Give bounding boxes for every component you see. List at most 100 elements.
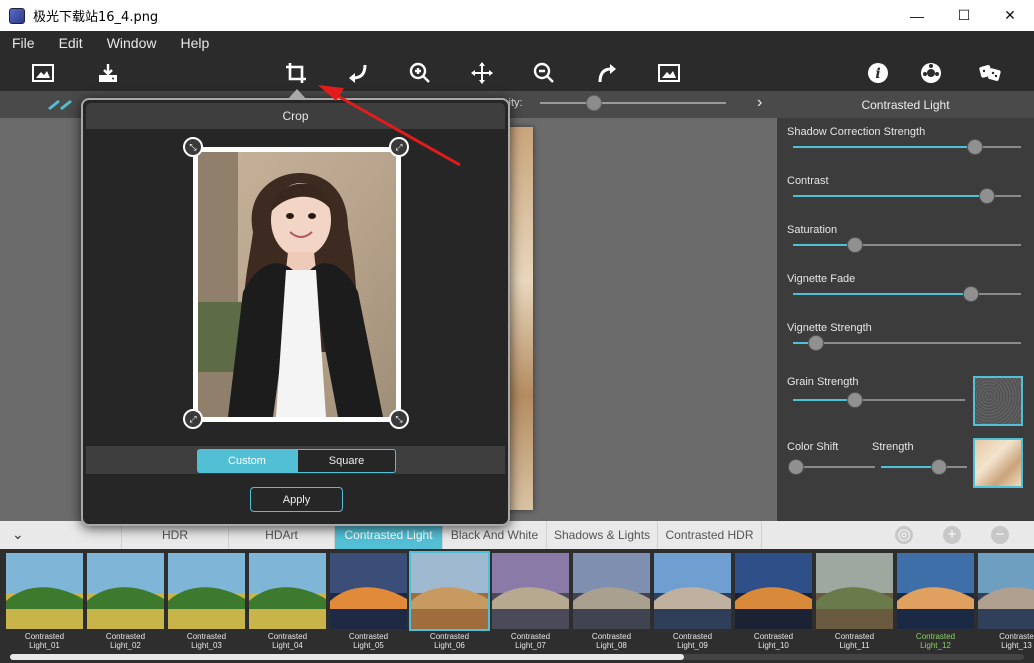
open-image-icon[interactable] [28, 58, 58, 88]
vignette-fade-thumb[interactable] [963, 286, 979, 302]
pan-icon[interactable] [467, 58, 497, 88]
strength-thumb[interactable] [931, 459, 947, 475]
crop-dialog: Crop ⤡ ⤢ ⤢ ⤡ Custom Square Apply [81, 89, 510, 526]
grain-strength-fill [793, 399, 855, 401]
grain-texture-swatch[interactable] [973, 376, 1023, 426]
color-shift-label: Color Shift [787, 441, 839, 453]
app-icon [9, 7, 25, 24]
square-mode-button[interactable]: Square [297, 449, 396, 473]
window-title: 极光下载站16_4.png [33, 10, 159, 25]
slider-label: Contrast [787, 175, 829, 187]
strength-label: Strength [872, 441, 914, 453]
info-icon[interactable]: i [863, 58, 893, 88]
crop-icon[interactable] [281, 58, 311, 88]
add-preset-icon[interactable]: + [943, 526, 961, 544]
slider-label: Vignette Fade [787, 273, 856, 285]
preset-thumbnails: Contrasted Light_01 Contrasted Light_02 Cont… [0, 549, 1034, 663]
saturation-thumb[interactable] [847, 237, 863, 253]
vignette-strength-thumb[interactable] [808, 335, 824, 351]
custom-mode-button[interactable]: Custom [197, 449, 297, 473]
maximize-button[interactable]: ☐ [941, 0, 987, 31]
zoom-out-icon[interactable] [529, 58, 559, 88]
slider-label: Vignette Strength [787, 322, 872, 334]
color-shift-track[interactable] [793, 466, 875, 468]
saturation-fill [793, 244, 855, 246]
preset-thumbnail-label: Contrasted Light_03 [186, 632, 227, 650]
preset-thumbnail[interactable] [249, 553, 326, 629]
random-dice-icon[interactable] [975, 58, 1005, 88]
crop-frame[interactable] [193, 147, 401, 422]
preset-thumbnail-label: Contrasted Light_11 [834, 632, 875, 650]
title-bar: 极光下载站16_4.png — ☐ ✕ [0, 0, 1034, 31]
preset-thumbnail-label: Contrasted Light_06 [429, 632, 470, 650]
slider-label: Grain Strength [787, 376, 859, 388]
zoom-in-icon[interactable] [405, 58, 435, 88]
vignette-strength-track[interactable] [793, 342, 1021, 344]
thumbnail-scrollbar-thumb[interactable] [10, 654, 684, 660]
preset-thumbnail-label: Contrasted Light_09 [672, 632, 713, 650]
opacity-slider-track[interactable] [540, 102, 726, 104]
chevron-down-icon[interactable]: ⌄ [12, 526, 24, 543]
preset-thumbnail[interactable] [330, 553, 407, 629]
apply-button[interactable]: Apply [250, 487, 343, 512]
crop-dialog-title: Crop [86, 103, 505, 129]
grain-strength-thumb[interactable] [847, 392, 863, 408]
preset-thumbnail-label: Contrasted Light_02 [105, 632, 146, 650]
panel-title: Contrasted Light [777, 91, 1034, 118]
toolbar: i [0, 55, 1034, 91]
preset-thumbnail[interactable] [492, 553, 569, 629]
menu-help[interactable]: Help [168, 35, 221, 51]
undo-icon[interactable] [343, 58, 373, 88]
preset-thumbnail-label: Contrasted Light_01 [24, 632, 65, 650]
crop-preview-image [198, 152, 396, 417]
preset-thumbnail-label: Contrasted Light_04 [267, 632, 308, 650]
preset-thumbnail[interactable] [87, 553, 164, 629]
popup-caret [287, 89, 307, 100]
remove-preset-icon[interactable]: − [991, 526, 1009, 544]
crop-handle-top-left[interactable]: ⤡ [183, 137, 203, 157]
menu-file[interactable]: File [0, 35, 47, 51]
preset-thumbnail[interactable] [409, 551, 490, 631]
menu-edit[interactable]: Edit [47, 35, 95, 51]
settings-panel: Contrasted Light Shadow Correction Stren… [777, 91, 1034, 521]
preset-thumbnail[interactable] [654, 553, 731, 629]
fit-image-icon[interactable] [654, 58, 684, 88]
slider-label: Shadow Correction Strength [787, 126, 926, 138]
crop-handle-bottom-right[interactable]: ⤡ [389, 409, 409, 429]
minimize-button[interactable]: — [894, 0, 940, 31]
preset-thumbnail[interactable] [735, 553, 812, 629]
chevron-right-icon[interactable]: › [757, 94, 762, 112]
preset-thumbnail[interactable] [816, 553, 893, 629]
category-tab[interactable]: Contrasted HDR [658, 521, 762, 549]
preset-thumbnail[interactable] [168, 553, 245, 629]
preset-thumbnail-label: Contraste Light_13 [999, 632, 1034, 650]
category-tab[interactable]: Shadows & Lights [547, 521, 658, 549]
color-shift-swatch[interactable] [973, 438, 1023, 488]
share-icon[interactable]: ◎ [895, 526, 913, 544]
magic-wand-icon[interactable] [46, 96, 78, 110]
preset-thumbnail[interactable] [573, 553, 650, 629]
preset-thumbnail[interactable] [6, 553, 83, 629]
close-button[interactable]: ✕ [987, 0, 1033, 31]
opacity-slider-thumb[interactable] [586, 95, 602, 111]
settings-icon[interactable] [916, 58, 946, 88]
save-icon[interactable] [93, 58, 123, 88]
crop-handle-bottom-left[interactable]: ⤢ [183, 409, 203, 429]
preset-thumbnail-label: Contrasted Light_10 [753, 632, 794, 650]
contrast-fill [793, 195, 987, 197]
contrast-thumb[interactable] [979, 188, 995, 204]
menu-window[interactable]: Window [95, 35, 169, 51]
shadow-correction-thumb[interactable] [967, 139, 983, 155]
preset-thumbnail-label: Contrasted Light_08 [591, 632, 632, 650]
shadow-correction-fill [793, 146, 975, 148]
preset-thumbnail[interactable] [897, 553, 974, 629]
redo-icon[interactable] [592, 58, 622, 88]
menu-bar: File Edit Window Help [0, 31, 1034, 55]
crop-handle-top-right[interactable]: ⤢ [389, 137, 409, 157]
vignette-fade-fill [793, 293, 971, 295]
preset-thumbnail-label: Contrasted Light_12 [915, 632, 956, 650]
preset-thumbnail-label: Contrasted Light_05 [348, 632, 389, 650]
preset-thumbnail-label: Contrasted Light_07 [510, 632, 551, 650]
color-shift-thumb[interactable] [788, 459, 804, 475]
preset-thumbnail[interactable] [978, 553, 1034, 629]
